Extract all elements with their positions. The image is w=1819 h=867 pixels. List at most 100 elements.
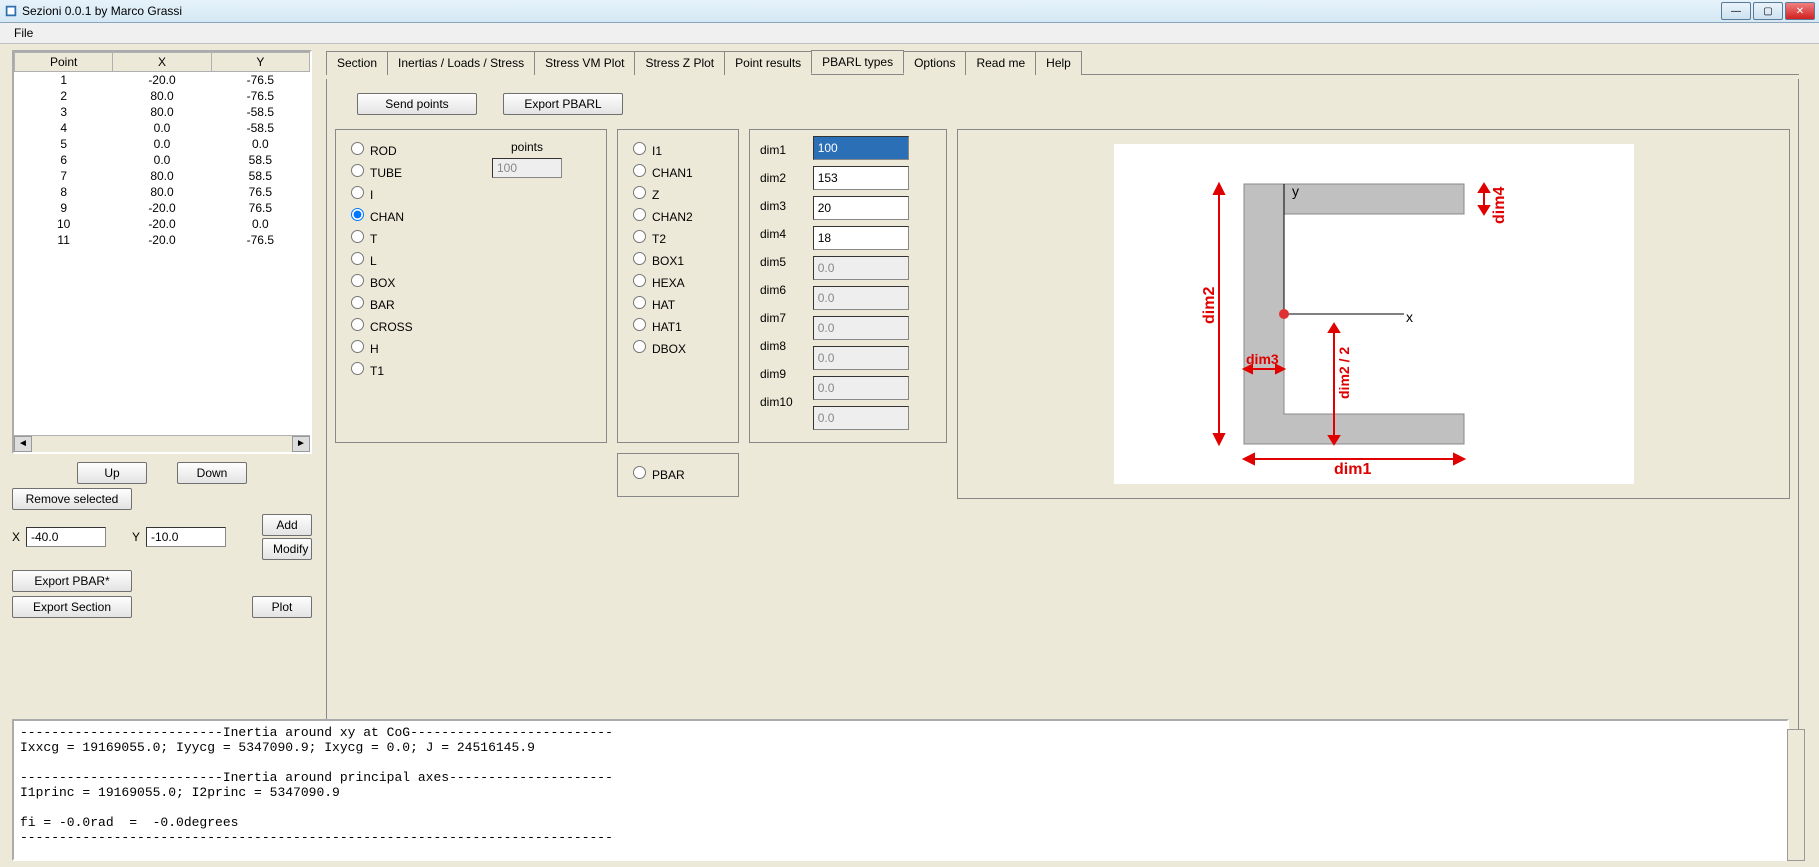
radio-cross[interactable]: CROSS xyxy=(346,315,476,334)
table-row[interactable]: 280.0-76.5 xyxy=(15,88,310,104)
app-icon xyxy=(4,4,18,18)
tab-section[interactable]: Section xyxy=(326,51,388,75)
tab-stress-vm-plot[interactable]: Stress VM Plot xyxy=(534,51,635,75)
radio-box[interactable]: BOX xyxy=(346,271,476,290)
label-dim3: dim3 xyxy=(760,192,803,220)
modify-button[interactable]: Modify xyxy=(262,538,312,560)
tab-point-results[interactable]: Point results xyxy=(724,51,812,75)
tab-pbarl-types[interactable]: PBARL types xyxy=(811,50,904,74)
radio-i1[interactable]: I1 xyxy=(628,139,728,158)
tabs: SectionInertias / Loads / StressStress V… xyxy=(326,50,1799,75)
input-dim8 xyxy=(813,346,909,370)
input-dim6 xyxy=(813,286,909,310)
radio-hat[interactable]: HAT xyxy=(628,293,728,312)
tab-stress-z-plot[interactable]: Stress Z Plot xyxy=(634,51,725,75)
diagram-label-dim2-2: dim2 / 2 xyxy=(1336,347,1352,399)
input-dim1[interactable] xyxy=(813,136,909,160)
radio-chan2[interactable]: CHAN2 xyxy=(628,205,728,224)
scroll-right-icon[interactable]: ► xyxy=(292,436,310,452)
titlebar: Sezioni 0.0.1 by Marco Grassi — ▢ ✕ xyxy=(0,0,1819,23)
diagram-label-dim1: dim1 xyxy=(1334,461,1371,478)
down-button[interactable]: Down xyxy=(177,462,247,484)
section-diagram: y x dim1 xyxy=(957,129,1790,499)
table-row[interactable]: 40.0-58.5 xyxy=(15,120,310,136)
radio-bar[interactable]: BAR xyxy=(346,293,476,312)
radio-t2[interactable]: T2 xyxy=(628,227,728,246)
input-dim9 xyxy=(813,376,909,400)
table-row[interactable]: 880.076.5 xyxy=(15,184,310,200)
export-section-button[interactable]: Export Section xyxy=(12,596,132,618)
table-row[interactable]: 10-20.00.0 xyxy=(15,216,310,232)
points-hscroll[interactable]: ◄ ► xyxy=(14,435,310,452)
label-dim2: dim2 xyxy=(760,164,803,192)
label-dim6: dim6 xyxy=(760,276,803,304)
table-row[interactable]: 50.00.0 xyxy=(15,136,310,152)
tab-inertias-loads-stress[interactable]: Inertias / Loads / Stress xyxy=(387,51,535,75)
points-input xyxy=(492,158,562,178)
plot-button[interactable]: Plot xyxy=(252,596,312,618)
maximize-button[interactable]: ▢ xyxy=(1753,2,1783,20)
table-row[interactable]: 60.058.5 xyxy=(15,152,310,168)
console-vscroll[interactable] xyxy=(1787,729,1805,861)
scroll-left-icon[interactable]: ◄ xyxy=(14,436,32,452)
table-row[interactable]: 780.058.5 xyxy=(15,168,310,184)
output-console[interactable]: --------------------------Inertia around… xyxy=(12,719,1789,861)
pbar-radio[interactable]: PBAR xyxy=(628,463,728,482)
radio-z[interactable]: Z xyxy=(628,183,728,202)
remove-selected-button[interactable]: Remove selected xyxy=(12,488,132,510)
window-title: Sezioni 0.0.1 by Marco Grassi xyxy=(22,4,182,18)
radio-rod[interactable]: ROD xyxy=(346,139,476,158)
diagram-label-x: x xyxy=(1406,309,1413,325)
radio-tube[interactable]: TUBE xyxy=(346,161,476,180)
points-header-y[interactable]: Y xyxy=(211,53,309,72)
input-dim3[interactable] xyxy=(813,196,909,220)
minimize-button[interactable]: — xyxy=(1721,2,1751,20)
input-dim4[interactable] xyxy=(813,226,909,250)
export-pbar-button[interactable]: Export PBAR* xyxy=(12,570,132,592)
tab-help[interactable]: Help xyxy=(1035,51,1082,75)
points-table[interactable]: Point X Y 1-20.0-76.5280.0-76.5380.0-58.… xyxy=(12,50,312,454)
diagram-label-dim2: dim2 xyxy=(1201,287,1218,324)
diagram-label-dim4: dim4 xyxy=(1491,187,1508,224)
tab-read-me[interactable]: Read me xyxy=(965,51,1036,75)
radio-hexa[interactable]: HEXA xyxy=(628,271,728,290)
radio-h[interactable]: H xyxy=(346,337,476,356)
close-button[interactable]: ✕ xyxy=(1785,2,1815,20)
radio-chan1[interactable]: CHAN1 xyxy=(628,161,728,180)
radio-i[interactable]: I xyxy=(346,183,476,202)
radio-box1[interactable]: BOX1 xyxy=(628,249,728,268)
menu-file[interactable]: File xyxy=(6,24,41,42)
y-input[interactable] xyxy=(146,527,226,547)
x-input[interactable] xyxy=(26,527,106,547)
input-dim7 xyxy=(813,316,909,340)
label-dim5: dim5 xyxy=(760,248,803,276)
label-dim4: dim4 xyxy=(760,220,803,248)
table-row[interactable]: 9-20.076.5 xyxy=(15,200,310,216)
input-dim2[interactable] xyxy=(813,166,909,190)
points-header-x[interactable]: X xyxy=(113,53,211,72)
radio-chan[interactable]: CHAN xyxy=(346,205,476,224)
table-row[interactable]: 380.0-58.5 xyxy=(15,104,310,120)
points-header-point[interactable]: Point xyxy=(15,53,113,72)
table-row[interactable]: 11-20.0-76.5 xyxy=(15,232,310,248)
radio-hat1[interactable]: HAT1 xyxy=(628,315,728,334)
pbarl-type-radios-col2: I1 CHAN1 Z CHAN2 T2 BOX1 HEXA HAT HAT1 DBOX xyxy=(617,129,739,443)
label-dim8: dim8 xyxy=(760,332,803,360)
send-points-button[interactable]: Send points xyxy=(357,93,477,115)
radio-t1[interactable]: T1 xyxy=(346,359,476,378)
export-pbarl-button[interactable]: Export PBARL xyxy=(503,93,623,115)
label-dim10: dim10 xyxy=(760,388,803,416)
input-dim5 xyxy=(813,256,909,280)
diagram-label-dim3: dim3 xyxy=(1246,351,1279,367)
dims-box: dim1dim2dim3dim4dim5dim6dim7dim8dim9dim1… xyxy=(749,129,947,443)
up-button[interactable]: Up xyxy=(77,462,147,484)
radio-l[interactable]: L xyxy=(346,249,476,268)
radio-t[interactable]: T xyxy=(346,227,476,246)
add-button[interactable]: Add xyxy=(262,514,312,536)
tab-options[interactable]: Options xyxy=(903,51,966,75)
table-row[interactable]: 1-20.0-76.5 xyxy=(15,72,310,89)
radio-dbox[interactable]: DBOX xyxy=(628,337,728,356)
points-label: points xyxy=(492,140,562,154)
label-dim1: dim1 xyxy=(760,136,803,164)
menubar: File xyxy=(0,23,1819,44)
